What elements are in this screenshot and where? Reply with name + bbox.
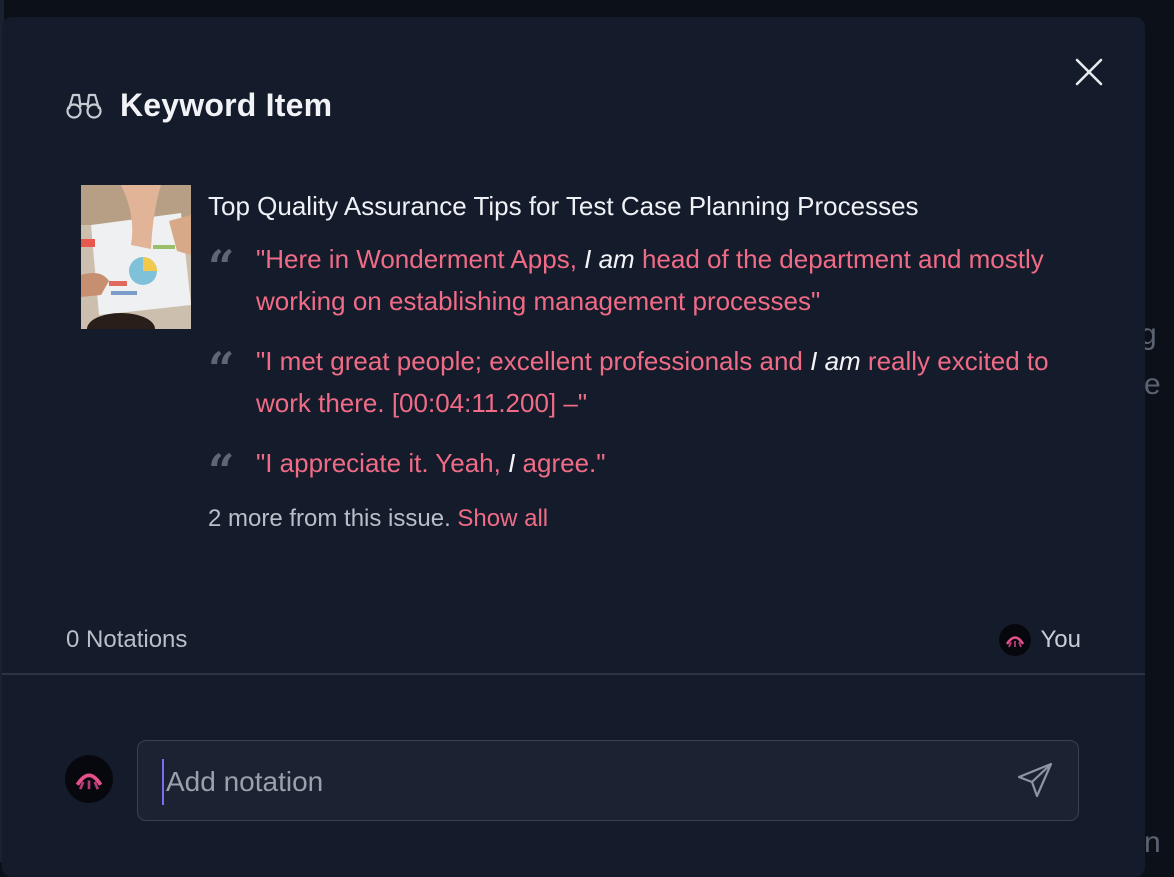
quote-item[interactable]: “ "Here in Wonderment Apps, I am head of… (208, 238, 1088, 322)
divider (2, 673, 1145, 675)
quote-item[interactable]: “ "I met great people; excellent profess… (208, 340, 1088, 424)
composer-avatar (65, 755, 113, 803)
user-avatar-icon (75, 773, 103, 790)
quote-text: "Here in Wonderment Apps, (256, 244, 585, 274)
user-label: You (1040, 626, 1082, 653)
notations-bar: 0 Notations You (66, 622, 1081, 658)
close-icon (1075, 58, 1103, 86)
show-all-link[interactable]: Show all (457, 505, 548, 532)
quote-item[interactable]: “ "I appreciate it. Yeah, I agree." (208, 442, 1088, 498)
quote-text: "I appreciate it. Yeah, (256, 448, 509, 478)
user-avatar-icon (1005, 636, 1024, 648)
binoculars-icon (66, 93, 102, 119)
quote-keyword-highlight: I am (810, 346, 861, 376)
avatar (998, 624, 1031, 656)
send-icon (1017, 762, 1053, 798)
quote-keyword-highlight: I am (584, 244, 635, 274)
more-from-issue: 2 more from this issue. Show all (208, 502, 1088, 536)
more-count-text: 2 more from this issue. (208, 505, 458, 532)
quote-mark-icon: “ (208, 342, 235, 396)
current-user[interactable]: You (998, 624, 1082, 656)
keyword-item-modal: Keyword Item Top Quality Assurance Tips … (2, 17, 1145, 877)
quote-text: agree." (515, 448, 606, 478)
modal-title: Keyword Item (120, 86, 333, 123)
close-button[interactable] (1070, 53, 1108, 91)
background-text-fragment: e (1144, 368, 1161, 401)
background-text-fragment: n (1144, 826, 1161, 859)
item-title[interactable]: Top Quality Assurance Tips for Test Case… (208, 188, 1088, 224)
modal-header: Keyword Item (66, 84, 332, 126)
add-notation-input[interactable] (162, 759, 988, 805)
quote-mark-icon: “ (208, 444, 235, 498)
notation-composer (137, 740, 1079, 821)
quote-mark-icon: “ (208, 240, 235, 294)
quote-text: "I met great people; excellent professio… (256, 346, 811, 376)
item-content: Top Quality Assurance Tips for Test Case… (208, 188, 1088, 536)
item-thumbnail[interactable] (81, 185, 191, 329)
send-button[interactable] (1016, 761, 1056, 801)
notations-count: 0 Notations (66, 626, 188, 653)
